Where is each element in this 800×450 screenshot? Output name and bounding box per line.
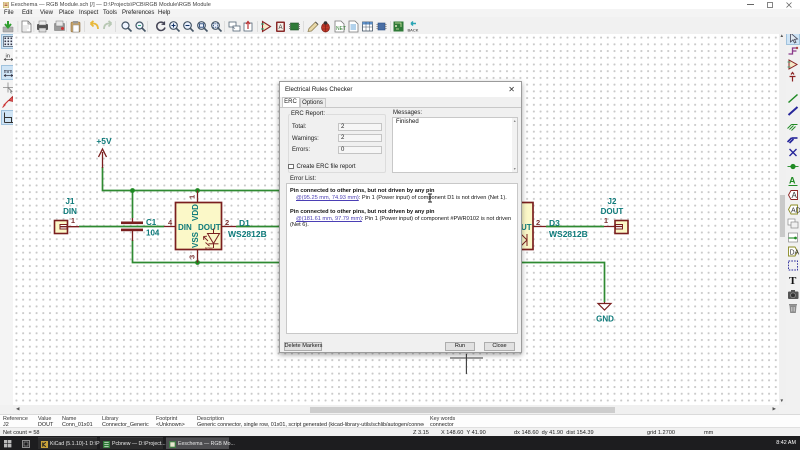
svg-text:+5V: +5V (96, 136, 112, 146)
svg-text:WS2812B: WS2812B (549, 229, 588, 239)
svg-text:DOUT: DOUT (198, 223, 221, 232)
svg-text:3: 3 (188, 255, 197, 259)
svg-text:D3: D3 (549, 218, 560, 228)
svg-text:1: 1 (188, 195, 197, 199)
svg-text:A: A (792, 191, 798, 200)
svg-text:GND: GND (596, 315, 614, 324)
svg-text:J1: J1 (66, 197, 75, 206)
svg-text:DOUT: DOUT (601, 207, 624, 216)
svg-text:DIN: DIN (63, 207, 77, 216)
svg-text:DA: DA (790, 250, 800, 257)
svg-text:T: T (789, 275, 797, 287)
svg-text:1: 1 (71, 216, 75, 225)
svg-text:2: 2 (536, 218, 540, 227)
svg-text:VDD: VDD (191, 204, 200, 221)
svg-text:WS2812B: WS2812B (228, 229, 267, 239)
svg-text:2: 2 (225, 218, 229, 227)
svg-text:D1: D1 (239, 218, 250, 228)
svg-text:C1: C1 (146, 218, 157, 227)
svg-text:104: 104 (146, 229, 160, 238)
svg-text:1: 1 (604, 216, 608, 225)
svg-text:RGB: RGB (205, 247, 213, 251)
svg-text:DIN: DIN (178, 223, 192, 232)
svg-text:J2: J2 (608, 197, 617, 206)
svg-text:VSS: VSS (191, 231, 200, 248)
svg-text:A: A (789, 176, 796, 186)
svg-text:AD: AD (791, 208, 800, 215)
